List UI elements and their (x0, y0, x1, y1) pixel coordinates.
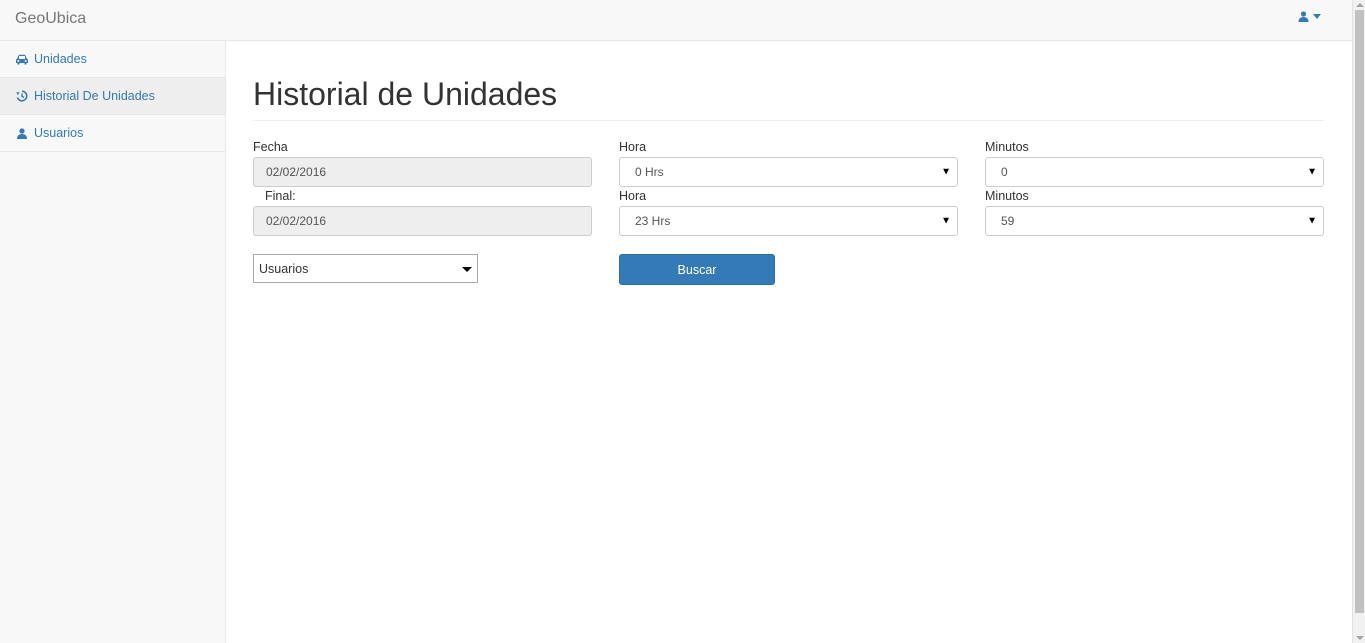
usuarios-select-value: Usuarios (259, 261, 309, 276)
scroll-up-icon[interactable] (1356, 3, 1364, 7)
hora-start-value: 0 Hrs (635, 165, 664, 179)
hora-end-value: 23 Hrs (635, 214, 671, 228)
top-navbar: GeoUbica (0, 0, 1352, 41)
final-label: Final: (265, 189, 296, 203)
usuarios-select[interactable]: Usuarios (253, 254, 478, 283)
hora-end-select[interactable]: 23 Hrs ▼ (619, 206, 958, 236)
sidebar-item-label: Historial De Unidades (34, 89, 155, 103)
min-start-value: 0 (1001, 165, 1008, 179)
page-scrollbar[interactable] (1352, 0, 1365, 643)
chevron-down-icon: ▼ (1307, 215, 1317, 227)
chevron-down-icon: ▼ (941, 215, 951, 227)
sidebar-item-unidades[interactable]: Unidades (0, 41, 225, 78)
sidebar-item-label: Unidades (34, 52, 87, 66)
user-icon (1298, 11, 1309, 22)
title-divider (253, 120, 1324, 121)
chevron-down-icon: ▼ (1307, 166, 1317, 178)
chevron-down-icon (462, 267, 472, 272)
page-title: Historial de Unidades (253, 76, 558, 112)
history-icon (15, 90, 29, 102)
min-end-select[interactable]: 59 ▼ (985, 206, 1324, 236)
scroll-thumb[interactable] (1355, 10, 1364, 613)
car-icon (15, 54, 29, 65)
min-start-select[interactable]: 0 ▼ (985, 157, 1324, 187)
hora-start-select[interactable]: 0 Hrs ▼ (619, 157, 958, 187)
main-content: Historial de Unidades Fecha 02/02/2016 F… (226, 41, 1352, 643)
hora-end-label: Hora (619, 189, 647, 203)
caret-down-icon (1313, 14, 1321, 19)
min-end-label: Minutos (985, 189, 1029, 203)
sidebar-item-label: Usuarios (34, 126, 84, 140)
sidebar-item-usuarios[interactable]: Usuarios (0, 115, 225, 152)
buscar-button[interactable]: Buscar (619, 254, 775, 285)
sidebar-item-historial[interactable]: Historial De Unidades (0, 78, 225, 115)
min-end-value: 59 (1001, 214, 1015, 228)
hora-start-label: Hora (619, 140, 647, 154)
min-start-label: Minutos (985, 140, 1029, 154)
fecha-label: Fecha (253, 140, 288, 154)
user-menu-dropdown[interactable] (1298, 11, 1321, 22)
scroll-down-icon[interactable] (1356, 636, 1364, 640)
brand-logo[interactable]: GeoUbica (15, 10, 86, 28)
fecha-start-input[interactable]: 02/02/2016 (253, 157, 592, 187)
fecha-end-input[interactable]: 02/02/2016 (253, 206, 592, 236)
user-icon (15, 127, 29, 139)
chevron-down-icon: ▼ (941, 166, 951, 178)
sidebar: Unidades Historial De Unidades Usuarios (0, 41, 226, 643)
